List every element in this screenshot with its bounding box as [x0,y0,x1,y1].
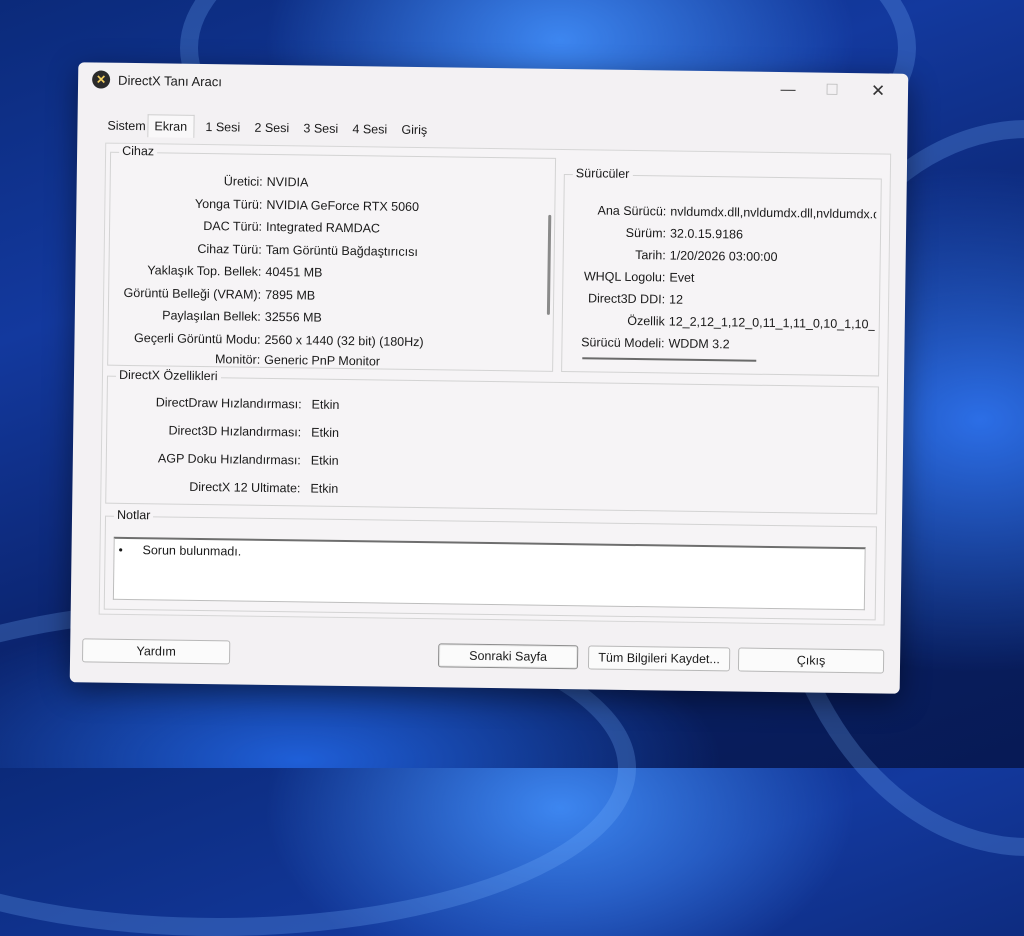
notes-group-title: Notlar [114,508,154,523]
tab-1-sesi[interactable]: 1 Sesi [201,118,244,137]
notes-group: Notlar • Sorun bulunmadı. [104,516,877,621]
directx-features-group: DirectX Özellikleri DirectDraw Hızlandır… [105,376,879,515]
device-label: Monitör: [215,352,260,365]
device-value: Tam Görüntü Bağdaştırıcısı [266,243,418,259]
window-title: DirectX Tanı Aracı [118,73,222,89]
driver-label: Sürücü Modeli: [581,335,665,350]
driver-label: Sürüm: [626,226,666,241]
note-item: Sorun bulunmadı. [142,543,241,558]
driver-value: nvldumdx.dll,nvldumdx.dll,nvldumdx.d [670,205,876,222]
driver-value: 32.0.15.9186 [670,227,743,242]
note-bullet: • [118,543,122,557]
drivers-group: Sürücüler Ana Sürücü: nvldumdx.dll,nvldu… [561,174,882,376]
drivers-group-title: Sürücüler [573,166,633,181]
minimize-button[interactable]: — [768,78,808,103]
driver-value: WDDM 3.2 [668,337,729,352]
device-label: Üretici: [224,174,263,189]
driver-label: Özellik [627,314,665,329]
directx-app-icon: ✕ [92,70,110,88]
tab-3-sesi[interactable]: 3 Sesi [299,119,342,138]
driver-value: 1/20/2026 03:00:00 [670,249,778,265]
device-value: 40451 MB [265,265,322,280]
feature-label: DirectDraw Hızlandırması: [156,395,302,411]
exit-button[interactable]: Çıkış [738,648,884,674]
device-label: Cihaz Türü: [197,242,262,257]
driver-value: 12_2,12_1,12_0,11_1,11_0,10_1,10_ [669,315,875,332]
device-label: DAC Türü: [203,219,262,234]
device-label: Geçerli Görüntü Modu: [134,331,261,347]
display-tab-page: Cihaz Üretici: NVIDIA Yonga Türü: NVIDIA… [99,143,892,626]
tab-sistem[interactable]: Sistem [103,117,149,136]
device-value: NVIDIA [267,175,309,190]
tab-giris[interactable]: Giriş [397,121,431,139]
tab-4-sesi[interactable]: 4 Sesi [348,120,391,139]
device-group-title: Cihaz [119,144,157,159]
driver-label: Tarih: [635,248,666,262]
device-group: Cihaz Üretici: NVIDIA Yonga Türü: NVIDIA… [107,152,556,372]
next-page-button[interactable]: Sonraki Sayfa [438,643,578,669]
device-label: Paylaşılan Bellek: [162,308,261,323]
feature-value: Etkin [312,398,340,412]
device-scrollbar[interactable] [547,215,551,315]
device-value: 2560 x 1440 (32 bit) (180Hz) [264,333,423,349]
save-all-info-button[interactable]: Tüm Bilgileri Kaydet... [588,645,730,671]
driver-label: Ana Sürücü: [597,203,666,218]
device-value: 32556 MB [265,310,322,325]
device-label: Yonga Türü: [195,197,263,212]
device-label: Yaklaşık Top. Bellek: [147,263,261,279]
device-label: Görüntü Belleği (VRAM): [123,286,261,302]
device-value: Generic PnP Monitor [264,353,380,367]
driver-value: Evet [669,271,694,285]
features-group-title: DirectX Özellikleri [116,368,221,383]
tab-ekran[interactable]: Ekran [147,114,194,138]
driver-value: 12 [669,293,683,307]
feature-value: Etkin [310,482,338,496]
feature-label: AGP Doku Hızlandırması: [158,451,301,467]
driver-label: WHQL Logolu: [584,269,666,284]
feature-label: DirectX 12 Ultimate: [189,480,300,496]
notes-box[interactable]: • Sorun bulunmadı. [113,537,866,610]
feature-value: Etkin [311,426,339,440]
device-value: NVIDIA GeForce RTX 5060 [266,198,419,214]
feature-value: Etkin [311,454,339,468]
close-button[interactable]: ✕ [858,79,898,104]
device-value: 7895 MB [265,288,315,303]
help-button[interactable]: Yardım [82,638,230,664]
maximize-button[interactable]: ☐ [812,78,852,103]
device-value: Integrated RAMDAC [266,220,380,236]
directx-diagnostic-window: ✕ DirectX Tanı Aracı — ☐ ✕ Sistem Ekran … [70,62,909,694]
drivers-scrollbar[interactable] [582,357,756,361]
tab-2-sesi[interactable]: 2 Sesi [250,119,293,138]
driver-label: Direct3D DDI: [588,291,665,306]
feature-label: Direct3D Hızlandırması: [168,424,301,440]
